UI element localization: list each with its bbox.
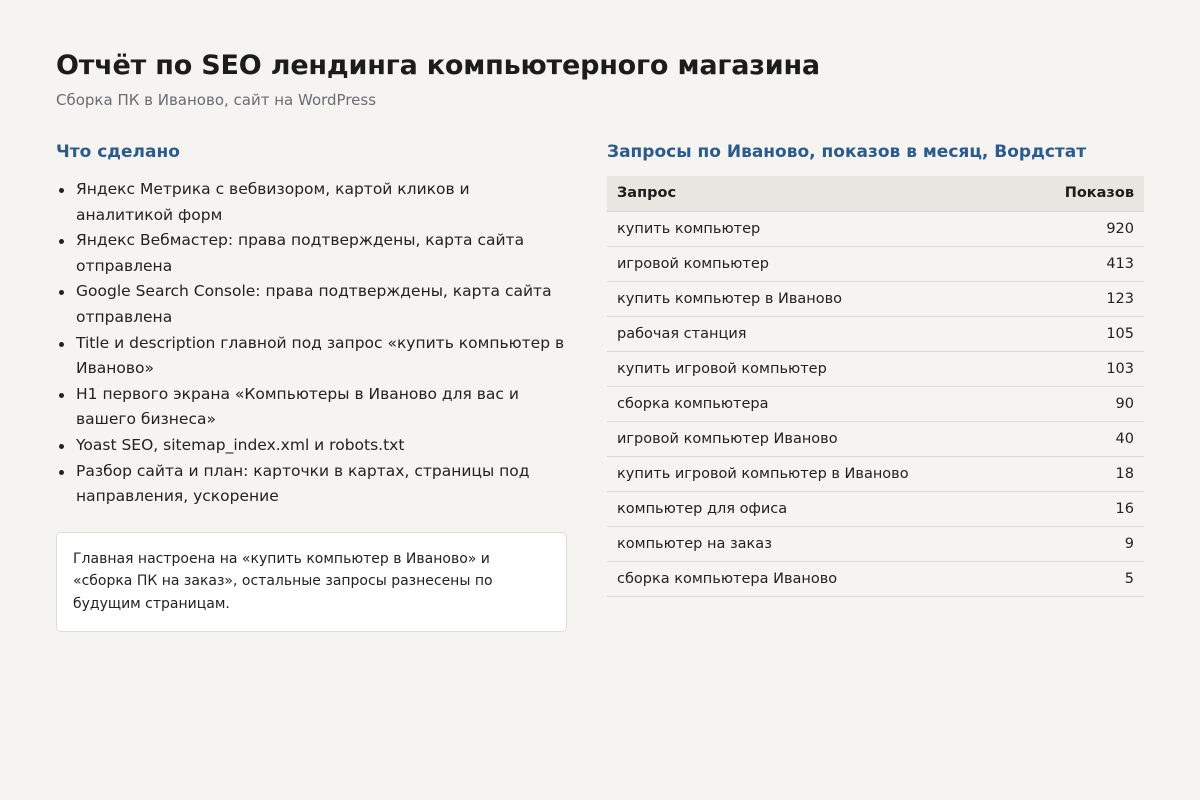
query-cell: сборка компьютера bbox=[607, 386, 1025, 422]
shows-cell: 90 bbox=[1024, 386, 1144, 422]
query-cell: рабочая станция bbox=[607, 316, 1025, 352]
report-page: Отчёт по SEO лендинга компьютерного мага… bbox=[0, 0, 1200, 800]
query-cell: купить игровой компьютер в Иваново bbox=[607, 456, 1025, 492]
shows-cell: 103 bbox=[1024, 351, 1144, 387]
shows-cell: 920 bbox=[1024, 211, 1144, 247]
summary-note: Главная настроена на «купить компьютер в… bbox=[56, 531, 567, 633]
done-item: Яндекс Вебмастер: права подтверждены, ка… bbox=[56, 228, 567, 279]
table-row: купить игровой компьютер в Иваново 18 bbox=[607, 456, 1144, 492]
table-row: рабочая станция 105 bbox=[607, 316, 1144, 352]
done-item: Yoast SEO, sitemap_index.xml и robots.tx… bbox=[56, 433, 567, 459]
queries-heading: Запросы по Иваново, показов в месяц, Вор… bbox=[607, 142, 1087, 162]
done-heading: Что сделано bbox=[56, 142, 180, 162]
page-subtitle: Сборка ПК в Иваново, сайт на WordPress bbox=[56, 91, 377, 109]
content-columns: Что сделано Яндекс Метрика с вебвизором,… bbox=[56, 140, 1144, 633]
table-row: игровой компьютер Иваново 40 bbox=[607, 421, 1144, 457]
shows-cell: 16 bbox=[1024, 491, 1144, 527]
shows-cell: 18 bbox=[1024, 456, 1144, 492]
shows-cell: 123 bbox=[1024, 281, 1144, 317]
query-cell: сборка компьютера Иваново bbox=[607, 561, 1025, 597]
queries-section: Запросы по Иваново, показов в месяц, Вор… bbox=[607, 140, 1144, 632]
query-cell: купить компьютер bbox=[607, 211, 1025, 247]
table-row: сборка компьютера 90 bbox=[607, 386, 1144, 422]
shows-cell: 40 bbox=[1024, 421, 1144, 457]
table-row: игровой компьютер 413 bbox=[607, 246, 1144, 282]
done-item: Яндекс Метрика с вебвизором, картой клик… bbox=[56, 177, 567, 228]
done-list: Яндекс Метрика с вебвизором, картой клик… bbox=[56, 177, 567, 510]
done-item: H1 первого экрана «Компьютеры в Иваново … bbox=[56, 382, 567, 433]
table-header-row: Запрос Показов bbox=[607, 176, 1144, 212]
table-row: сборка компьютера Иваново 5 bbox=[607, 561, 1144, 597]
table-row: купить компьютер 920 bbox=[607, 211, 1144, 247]
column-header-shows: Показов bbox=[1024, 176, 1144, 212]
query-cell: компьютер для офиса bbox=[607, 491, 1025, 527]
column-header-query: Запрос bbox=[607, 176, 1025, 212]
page-title: Отчёт по SEO лендинга компьютерного мага… bbox=[56, 50, 820, 81]
table-row: компьютер на заказ 9 bbox=[607, 526, 1144, 562]
query-cell: компьютер на заказ bbox=[607, 526, 1025, 562]
shows-cell: 105 bbox=[1024, 316, 1144, 352]
shows-cell: 413 bbox=[1024, 246, 1144, 282]
table-row: купить игровой компьютер 103 bbox=[607, 351, 1144, 387]
query-cell: купить игровой компьютер bbox=[607, 351, 1025, 387]
queries-table: Запрос Показов купить компьютер 920 игро… bbox=[607, 176, 1144, 597]
table-row: компьютер для офиса 16 bbox=[607, 491, 1144, 527]
query-cell: игровой компьютер bbox=[607, 246, 1025, 282]
shows-cell: 5 bbox=[1024, 561, 1144, 597]
done-item: Google Search Console: права подтвержден… bbox=[56, 279, 567, 330]
table-row: купить компьютер в Иваново 123 bbox=[607, 281, 1144, 317]
done-section: Что сделано Яндекс Метрика с вебвизором,… bbox=[56, 140, 567, 633]
query-cell: игровой компьютер Иваново bbox=[607, 421, 1025, 457]
shows-cell: 9 bbox=[1024, 526, 1144, 562]
query-cell: купить компьютер в Иваново bbox=[607, 281, 1025, 317]
done-item: Title и description главной под запрос «… bbox=[56, 331, 567, 382]
done-item: Разбор сайта и план: карточки в картах, … bbox=[56, 459, 567, 510]
